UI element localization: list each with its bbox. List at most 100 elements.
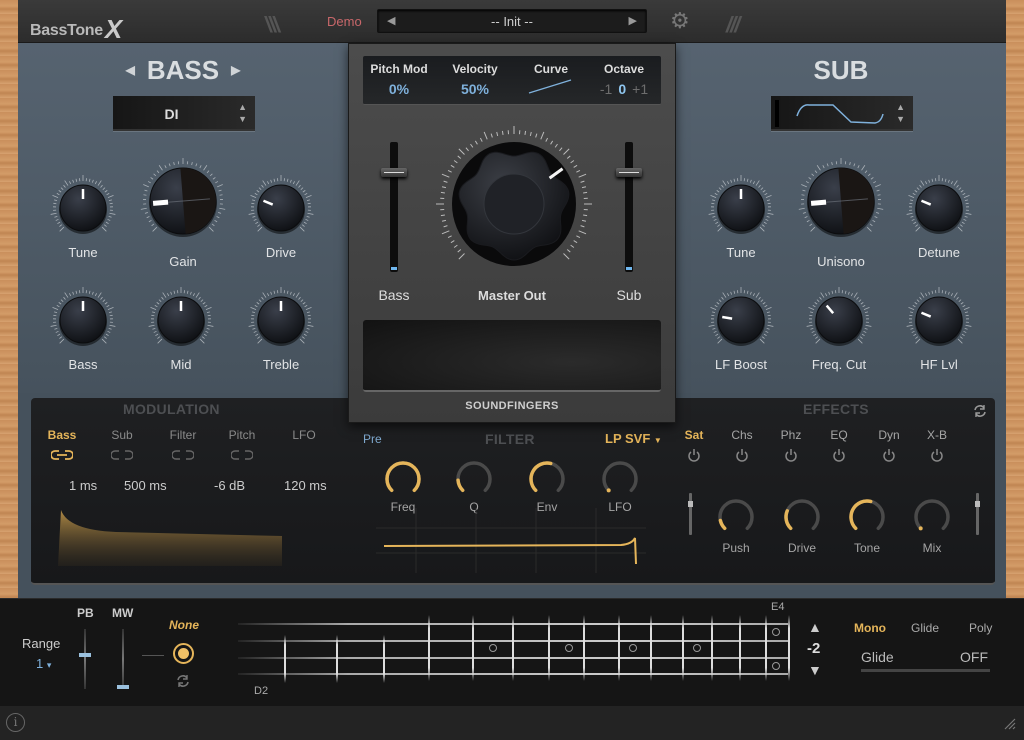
fx-tab-xb[interactable]: X-B [917, 428, 957, 442]
refresh-icon[interactable] [176, 674, 190, 688]
resize-grip-icon[interactable] [1002, 716, 1016, 730]
play-mode-mono[interactable]: Mono [854, 621, 886, 635]
glide-slider[interactable] [861, 669, 990, 672]
bass-knob-mid[interactable] [141, 280, 221, 360]
fx-knob-push[interactable] [717, 498, 755, 536]
power-icon[interactable] [687, 448, 701, 462]
mod-sustain-value[interactable]: -6 dB [214, 478, 245, 493]
transpose-down-button[interactable]: ▼ [808, 662, 822, 678]
mod-tab-lfo[interactable]: LFO [279, 428, 329, 442]
power-icon[interactable] [784, 448, 798, 462]
filter-knob-env[interactable] [528, 460, 566, 498]
knob-body[interactable] [915, 296, 963, 344]
pitch-mod-param[interactable]: Pitch Mod 0% [369, 62, 429, 97]
octave-option[interactable]: -1 [600, 81, 612, 97]
mod-decay-value[interactable]: 500 ms [124, 478, 167, 493]
mod-tab-pitch[interactable]: Pitch [217, 428, 267, 442]
fx-tab-chs[interactable]: Chs [722, 428, 762, 442]
mod-tab-filter[interactable]: Filter [158, 428, 208, 442]
mod-target-label[interactable]: None [169, 618, 199, 632]
pitch-mod-value[interactable]: 0% [369, 81, 429, 97]
fx-knob-drive[interactable] [783, 498, 821, 536]
updown-arrows-icon[interactable]: ▲ ▼ [238, 101, 247, 125]
bass-knob-gain[interactable] [133, 151, 233, 251]
knob-body[interactable] [915, 184, 963, 232]
mod-tab-bass[interactable]: Bass [37, 428, 87, 442]
velocity-param[interactable]: Velocity 50% [445, 62, 505, 97]
knob-body[interactable] [815, 296, 863, 344]
sub-knob-unisono[interactable] [791, 151, 891, 251]
fx-knob-mix[interactable] [913, 498, 951, 536]
bass-slider-handle[interactable] [381, 168, 407, 177]
refresh-icon[interactable] [973, 404, 987, 418]
info-icon[interactable]: i [6, 713, 25, 732]
power-icon[interactable] [930, 448, 944, 462]
mod-attack-value[interactable]: 1 ms [69, 478, 97, 493]
sub-waveform-selector[interactable]: ▲ ▼ [771, 96, 913, 131]
filter-knob-lfo[interactable] [601, 460, 639, 498]
preset-name[interactable]: -- Init -- [378, 14, 646, 29]
filter-knob-q[interactable] [455, 460, 493, 498]
sub-knob-detune[interactable] [899, 168, 979, 248]
mod-release-value[interactable]: 120 ms [284, 478, 327, 493]
power-icon[interactable] [832, 448, 846, 462]
power-icon[interactable] [735, 448, 749, 462]
updown-arrows-icon[interactable]: ▲ ▼ [896, 101, 905, 125]
filter-pre-toggle[interactable]: Pre [363, 432, 382, 446]
link-inactive-icon[interactable] [111, 450, 133, 460]
fx-knob-tone[interactable] [848, 498, 886, 536]
range-dropdown[interactable]: 1 ▾ [36, 656, 51, 671]
bass-knob-bass[interactable] [43, 280, 123, 360]
arc-track [914, 499, 950, 531]
transpose-up-button[interactable]: ▲ [808, 619, 822, 635]
link-inactive-icon[interactable] [231, 450, 253, 460]
sub-knob-hf-lvl[interactable] [899, 280, 979, 360]
mod-tab-sub[interactable]: Sub [97, 428, 147, 442]
bass-level-slider[interactable] [381, 142, 407, 272]
bass-knob-tune[interactable] [43, 168, 123, 248]
settings-gear-icon[interactable]: ⚙ [670, 10, 690, 32]
master-out-knob[interactable] [429, 124, 599, 284]
pitch-bend-wheel[interactable] [79, 629, 91, 689]
fx-output-slider[interactable] [975, 493, 980, 535]
octave-option[interactable]: +1 [632, 81, 648, 97]
bass-knob-drive[interactable] [241, 168, 321, 248]
link-inactive-icon[interactable] [172, 450, 194, 460]
bass-type-selector[interactable]: DI ▲ ▼ [113, 96, 255, 131]
link-active-icon[interactable] [51, 450, 73, 460]
sub-knob-freq-cut[interactable] [799, 280, 879, 360]
knob-tick [305, 307, 312, 311]
demo-label[interactable]: Demo [327, 14, 362, 29]
sub-knob-lf-boost[interactable] [701, 280, 781, 360]
filter-type-dropdown[interactable]: LP SVF ▼ [605, 431, 662, 446]
preset-next-button[interactable]: ▶ [629, 14, 637, 27]
play-mode-poly[interactable]: Poly [969, 621, 992, 635]
play-mode-glide[interactable]: Glide [911, 621, 939, 635]
knob-body[interactable] [717, 296, 765, 344]
velocity-value[interactable]: 50% [445, 81, 505, 97]
fx-tab-sat[interactable]: Sat [674, 428, 714, 442]
octave-option[interactable]: 0 [618, 81, 626, 97]
pb-handle[interactable] [79, 653, 91, 657]
glide-value[interactable]: OFF [960, 649, 988, 665]
bass-next-icon[interactable]: ▶ [231, 63, 240, 77]
filter-knob-freq[interactable] [384, 460, 422, 498]
envelope-graph[interactable] [56, 506, 286, 566]
fx-tab-dyn[interactable]: Dyn [869, 428, 909, 442]
mw-handle[interactable] [117, 685, 129, 689]
power-icon[interactable] [882, 448, 896, 462]
fx-tab-phz[interactable]: Phz [771, 428, 811, 442]
preset-selector[interactable]: ◀ -- Init -- ▶ [377, 9, 647, 33]
bass-prev-icon[interactable]: ◀ [126, 63, 135, 77]
curve-param[interactable]: Curve [523, 62, 579, 101]
sub-slider-handle[interactable] [616, 168, 642, 177]
fx-tab-eq[interactable]: EQ [819, 428, 859, 442]
bass-knob-treble[interactable] [241, 280, 321, 360]
curve-graph-icon[interactable] [523, 76, 579, 96]
mod-target-button[interactable] [173, 643, 194, 664]
fx-input-slider[interactable] [688, 493, 693, 535]
mod-wheel[interactable] [117, 629, 129, 689]
sub-knob-tune[interactable] [701, 168, 781, 248]
knob-body[interactable] [257, 184, 305, 232]
sub-level-slider[interactable] [616, 142, 642, 272]
